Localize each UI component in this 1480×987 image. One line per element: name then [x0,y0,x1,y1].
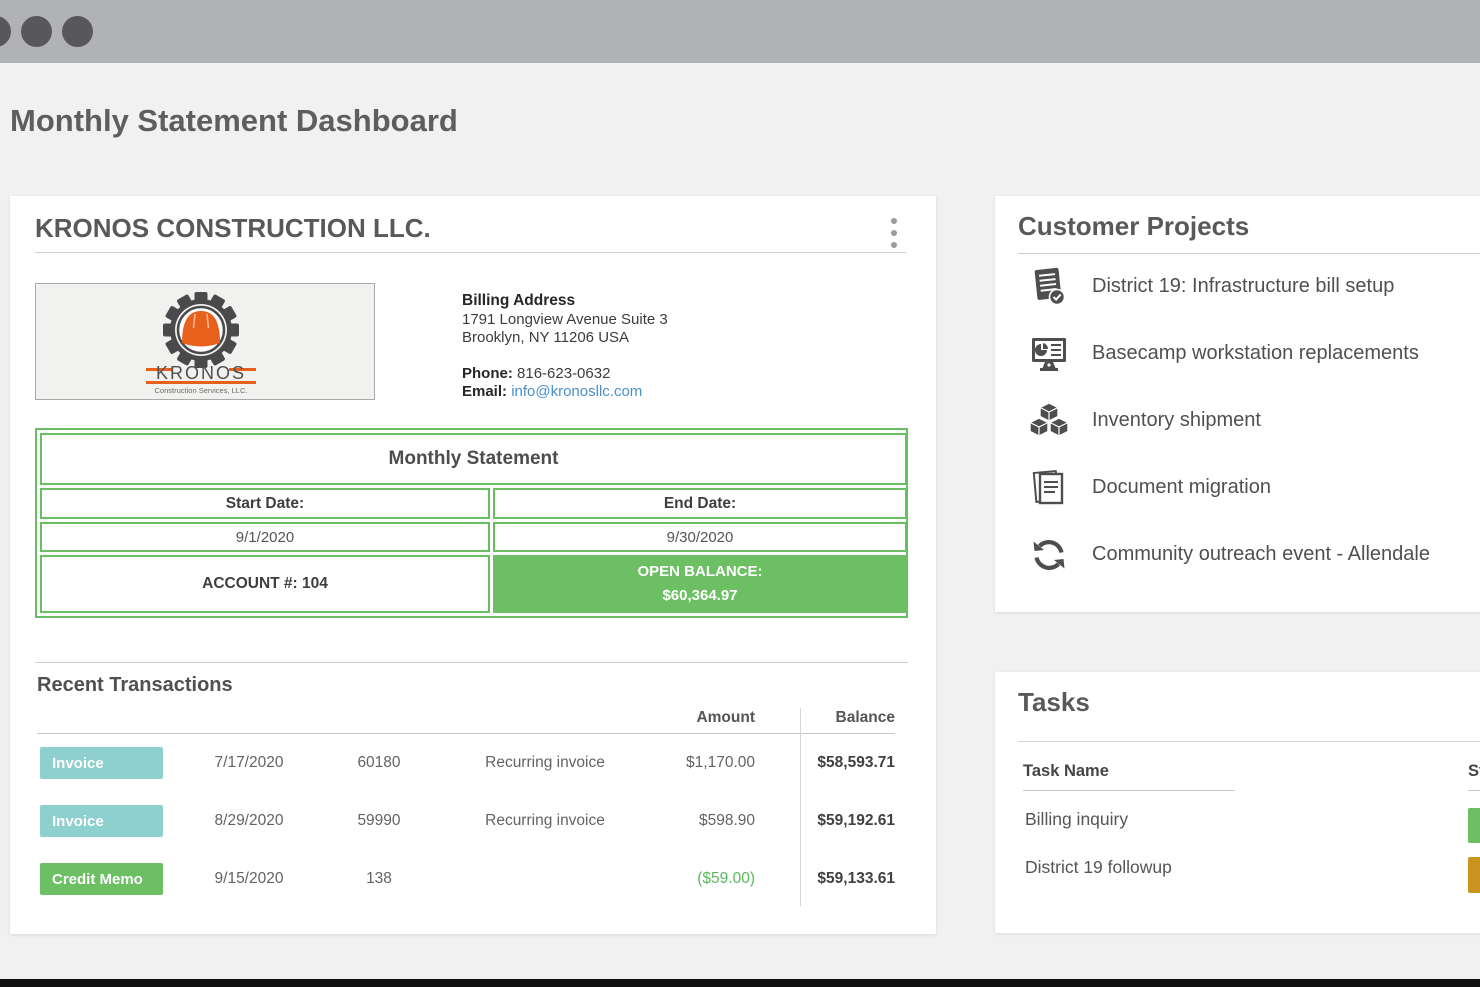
project-label: Community outreach event - Allendale [1092,543,1430,566]
end-date-value: 9/30/2020 [493,522,907,552]
project-item[interactable]: Basecamp workstation replacements [995,320,1480,387]
transaction-type-badge: Invoice [40,747,163,779]
transaction-memo: Recurring invoice [427,754,663,772]
window-control-dot[interactable] [21,16,52,47]
billing-email-line: Email: info@kronosllc.com [462,383,668,402]
billing-heading: Billing Address [462,292,668,311]
project-label: Basecamp workstation replacements [1092,342,1419,365]
kebab-menu-icon[interactable] [885,218,903,248]
statement-card-title: KRONOS CONSTRUCTION LLC. [35,213,431,244]
sync-icon [1028,535,1070,575]
email-link[interactable]: info@kronosllc.com [511,383,642,400]
transactions-table: Amount Balance Invoice 7/17/2020 60180 R… [37,702,895,912]
transaction-date: 7/17/2020 [167,754,331,772]
open-balance-cell: OPEN BALANCE: $60,364.97 [493,555,907,613]
tasks-card: Tasks Task Name Status Billing inquiry D… [995,672,1480,933]
transaction-date: 9/15/2020 [167,870,331,888]
window-bottom-edge [0,979,1480,987]
transaction-row[interactable]: Invoice 8/29/2020 59990 Recurring invoic… [37,792,895,850]
transaction-balance: $58,593.71 [755,754,895,772]
window-control-dot[interactable] [62,16,93,47]
column-underline [1468,790,1480,791]
end-date-label: End Date: [493,488,907,519]
page-title: Monthly Statement Dashboard [10,103,458,139]
header-divider [1018,741,1480,742]
balance-column-header: Balance [755,709,895,727]
project-item[interactable]: Document migration [995,454,1480,521]
open-balance-label: OPEN BALANCE: [637,560,762,584]
billing-phone-line: Phone: 816-623-0632 [462,365,668,384]
billing-address-line1: 1791 Longview Avenue Suite 3 [462,311,668,330]
statement-card: KRONOS CONSTRUCTION LLC. [10,196,936,934]
window-titlebar [0,0,1480,63]
window-control-dot[interactable] [0,16,11,47]
transaction-row[interactable]: Credit Memo 9/15/2020 138 ($59.00) $59,1… [37,850,895,908]
phone-number: 816-623-0632 [517,365,610,382]
transaction-date: 8/29/2020 [167,812,331,830]
monthly-statement-table: Monthly Statement Start Date: End Date: … [35,428,908,618]
transaction-row[interactable]: Invoice 7/17/2020 60180 Recurring invoic… [37,734,895,792]
transaction-amount: ($59.00) [663,870,755,888]
project-item[interactable]: Community outreach event - Allendale [995,521,1480,588]
workstation-icon [1028,334,1070,374]
task-row-name[interactable]: Billing inquiry [1025,809,1128,830]
transactions-header-row: Amount Balance [37,702,895,734]
task-status-badge [1468,857,1480,893]
transaction-number: 138 [331,870,427,888]
projects-list: District 19: Infrastructure bill setup [995,253,1480,588]
transaction-amount: $1,170.00 [663,754,755,772]
task-status-badge [1468,808,1480,843]
statement-table-title: Monthly Statement [40,433,907,485]
customer-projects-card: Customer Projects District 19: Infras [995,196,1480,612]
customer-projects-title: Customer Projects [1018,211,1249,242]
amount-column-header: Amount [663,709,755,727]
start-date-label: Start Date: [40,488,490,519]
window-controls [0,16,93,47]
inventory-boxes-icon [1028,401,1070,441]
transaction-number: 59990 [331,812,427,830]
billing-address-block: Billing Address 1791 Longview Avenue Sui… [462,292,668,402]
task-name-column-header: Task Name [1023,762,1109,781]
document-check-icon [1028,266,1070,308]
transaction-amount: $598.90 [663,812,755,830]
project-item[interactable]: District 19: Infrastructure bill setup [995,253,1480,320]
tasks-title: Tasks [1018,687,1090,718]
billing-address-line2: Brooklyn, NY 11206 USA [462,329,668,348]
header-divider [35,252,906,253]
transaction-balance: $59,192.61 [755,812,895,830]
start-date-value: 9/1/2020 [40,522,490,552]
section-divider [35,662,908,663]
recent-transactions-title: Recent Transactions [37,674,233,697]
project-label: Inventory shipment [1092,409,1261,432]
column-underline [1023,790,1235,791]
logo-subtitle: Construction Services, LLC. [155,386,248,395]
open-balance-value: $60,364.97 [662,584,737,608]
documents-icon [1028,467,1070,509]
status-column-header: Status [1468,762,1480,781]
transaction-balance: $59,133.61 [755,870,895,888]
transaction-type-badge: Credit Memo [40,863,163,895]
transaction-memo: Recurring invoice [427,812,663,830]
project-label: Document migration [1092,476,1271,499]
logo-name: KRONOS [156,363,246,383]
company-logo: KRONOS Construction Services, LLC. [35,283,375,400]
transaction-number: 60180 [331,754,427,772]
project-item[interactable]: Inventory shipment [995,387,1480,454]
transaction-type-badge: Invoice [40,805,163,837]
task-row-name[interactable]: District 19 followup [1025,857,1172,878]
column-divider [800,708,801,906]
account-number: ACCOUNT #: 104 [40,555,490,613]
project-label: District 19: Infrastructure bill setup [1092,275,1394,298]
